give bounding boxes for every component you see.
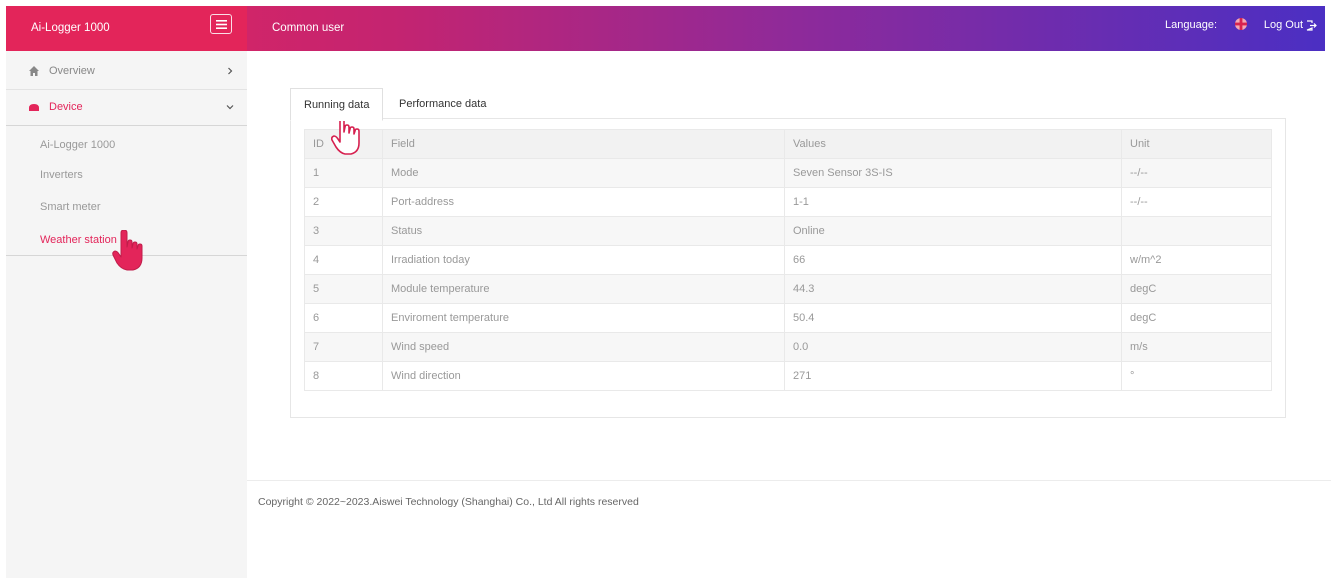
device-icon <box>29 104 39 111</box>
column-header-values: Values <box>784 129 1122 159</box>
copyright-footer: Copyright © 2022~2023.Aiswei Technology … <box>258 496 639 508</box>
column-header-unit: Unit <box>1121 129 1272 159</box>
logout-label: Log Out <box>1263 19 1303 31</box>
cell-unit: m/s <box>1121 332 1272 362</box>
tab-performance-data[interactable]: Performance data <box>386 88 499 119</box>
hand-pointer-icon <box>331 116 360 155</box>
brand-area: Ai-Logger 1000 <box>6 6 247 51</box>
cell-field: Wind direction <box>382 361 785 391</box>
column-header-field: Field <box>382 129 785 159</box>
chevron-down-icon <box>226 105 234 110</box>
cell-id: 7 <box>304 332 383 362</box>
sidebar-item-label: Device <box>49 101 83 113</box>
cell-id: 3 <box>304 216 383 246</box>
sidebar-item-device[interactable]: Device <box>6 89 247 126</box>
cell-value: 1-1 <box>784 187 1122 217</box>
cell-id: 2 <box>304 187 383 217</box>
cell-id: 5 <box>304 274 383 304</box>
table-row: 6 Enviroment temperature 50.4 degC <box>304 303 1272 333</box>
home-icon <box>29 66 39 76</box>
tab-running-data[interactable]: Running data <box>290 88 384 121</box>
cell-id: 4 <box>304 245 383 275</box>
cell-unit: w/m^2 <box>1121 245 1272 275</box>
uk-flag-icon[interactable] <box>1235 18 1247 30</box>
running-data-table: ID Field Values Unit 1 Mode Seven Sensor… <box>304 129 1272 391</box>
cell-unit: --/-- <box>1121 158 1272 188</box>
cell-value: 0.0 <box>784 332 1122 362</box>
sidebar-subitem-weather-station[interactable]: Weather station <box>40 234 117 246</box>
table-row: 5 Module temperature 44.3 degC <box>304 274 1272 304</box>
cell-unit: ° <box>1121 361 1272 391</box>
cell-field: Enviroment temperature <box>382 303 785 333</box>
cell-unit: degC <box>1121 303 1272 333</box>
cell-value: Seven Sensor 3S-IS <box>784 158 1122 188</box>
cell-id: 8 <box>304 361 383 391</box>
table-header-row: ID Field Values Unit <box>304 129 1272 159</box>
table-row: 1 Mode Seven Sensor 3S-IS --/-- <box>304 158 1272 188</box>
cell-unit <box>1121 216 1272 246</box>
cell-value: 271 <box>784 361 1122 391</box>
table-row: 8 Wind direction 271 ° <box>304 361 1272 391</box>
logout-icon <box>1306 19 1317 31</box>
cell-unit: degC <box>1121 274 1272 304</box>
cell-field: Status <box>382 216 785 246</box>
cell-id: 1 <box>304 158 383 188</box>
footer-divider <box>247 480 1331 481</box>
table-row: 2 Port-address 1-1 --/-- <box>304 187 1272 217</box>
hand-pointer-icon <box>112 230 143 271</box>
cell-value: 50.4 <box>784 303 1122 333</box>
cell-value: 44.3 <box>784 274 1122 304</box>
cell-field: Port-address <box>382 187 785 217</box>
cell-field: Mode <box>382 158 785 188</box>
cell-value: 66 <box>784 245 1122 275</box>
app-title: Ai-Logger 1000 <box>31 22 110 34</box>
sidebar-subitem-smart-meter[interactable]: Smart meter <box>40 201 101 213</box>
sidebar-item-overview[interactable]: Overview <box>6 53 247 90</box>
cell-field: Module temperature <box>382 274 785 304</box>
cell-value: Online <box>784 216 1122 246</box>
top-header: Ai-Logger 1000 Common user Language: Log… <box>6 6 1325 51</box>
language-label: Language: <box>1165 19 1217 31</box>
sidebar-subitem-ai-logger[interactable]: Ai-Logger 1000 <box>40 139 115 151</box>
chevron-right-icon <box>228 67 233 75</box>
sidebar: Overview Device Ai-Logger 1000 Inverters… <box>6 51 247 578</box>
cell-id: 6 <box>304 303 383 333</box>
logout-button[interactable]: Log Out <box>1264 19 1317 31</box>
table-row: 4 Irradiation today 66 w/m^2 <box>304 245 1272 275</box>
menu-toggle-button[interactable] <box>210 14 232 34</box>
cell-field: Wind speed <box>382 332 785 362</box>
sidebar-item-label: Overview <box>49 65 95 77</box>
table-row: 3 Status Online <box>304 216 1272 246</box>
cell-unit: --/-- <box>1121 187 1272 217</box>
cell-field: Irradiation today <box>382 245 785 275</box>
sidebar-subitem-inverters[interactable]: Inverters <box>40 169 83 181</box>
table-row: 7 Wind speed 0.0 m/s <box>304 332 1272 362</box>
hamburger-icon <box>215 19 227 29</box>
user-role-label: Common user <box>272 22 345 34</box>
